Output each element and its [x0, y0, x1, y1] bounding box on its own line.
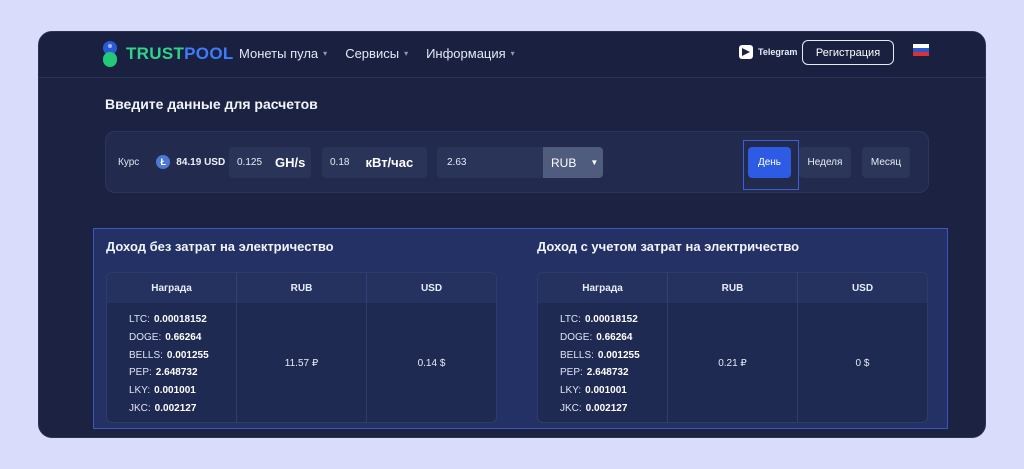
table-header: Награда RUB USD [107, 273, 496, 303]
reward-doge: DOGE: 0.66264 [560, 331, 633, 343]
reward-ltc: LTC: 0.00018152 [560, 314, 638, 325]
app-window: TRUSTPOOL Монеты пула ▾ Сервисы ▾ Информац… [38, 31, 986, 438]
electricity-price-input[interactable]: 2.63 [437, 147, 545, 178]
table-row: LTC: 0.00018152 DOGE: 0.66264 BELLS: 0.0012… [538, 303, 927, 422]
usd-value: 0 $ [855, 358, 870, 369]
telegram-link[interactable]: Telegram [739, 45, 797, 59]
income-with-cost-title: Доход с учетом затрат на электричество [537, 239, 800, 254]
telegram-icon [739, 45, 753, 59]
reward-bells: BELLS: 0.001255 [129, 349, 209, 361]
register-button[interactable]: Регистрация [802, 40, 894, 65]
reward-ltc: LTC: 0.00018152 [129, 314, 207, 325]
usd-value: 0.14 $ [417, 358, 446, 369]
chevron-down-icon: ▾ [510, 49, 515, 58]
period-day-button[interactable]: День [748, 147, 791, 178]
nav-item-coins[interactable]: Монеты пула ▾ [239, 46, 327, 61]
rate-info: Курс Ł 84.19 USD [118, 155, 226, 169]
reward-bells: BELLS: 0.001255 [560, 349, 640, 361]
logo[interactable]: TRUSTPOOL [103, 41, 234, 67]
reward-jkc: JKC: 0.002127 [560, 402, 628, 414]
page-title: Введите данные для расчетов [105, 96, 318, 112]
nav-item-info[interactable]: Информация ▾ [426, 46, 515, 61]
calculator-panel: Курс Ł 84.19 USD 0.125 GH/s 0.18 кВт/час… [105, 131, 929, 193]
power-input[interactable]: 0.18 кВт/час [322, 147, 427, 178]
reward-lky: LKY: 0.001001 [129, 385, 196, 397]
chevron-down-icon: ▾ [323, 49, 328, 58]
reward-pep: PEP: 2.648732 [129, 367, 198, 379]
period-week-button[interactable]: Неделя [799, 147, 851, 178]
rub-value: 0.21 ₽ [668, 303, 798, 422]
litecoin-icon: Ł [156, 155, 171, 169]
table-row: LTC: 0.00018152 DOGE: 0.66264 BELLS: 0.0012… [107, 303, 496, 422]
reward-lky: LKY: 0.001001 [560, 385, 627, 397]
reward-jkc: JKC: 0.002127 [129, 402, 197, 414]
main-nav: Монеты пула ▾ Сервисы ▾ Информация ▾ [239, 46, 515, 61]
caret-down-icon: ▼ [590, 158, 599, 167]
income-without-cost-title: Доход без затрат на электричество [106, 239, 334, 254]
rewards-cell: LTC: 0.00018152 DOGE: 0.66264 BELLS: 0.0012… [107, 303, 237, 422]
logo-text: TRUSTPOOL [126, 44, 234, 63]
results-panel: Доход без затрат на электричество Доход … [93, 228, 948, 429]
top-header: TRUSTPOOL Монеты пула ▾ Сервисы ▾ Информац… [39, 32, 985, 78]
hashrate-input[interactable]: 0.125 GH/s [229, 147, 311, 178]
reward-pep: PEP: 2.648732 [560, 367, 629, 379]
logo-icon [103, 41, 117, 67]
currency-select[interactable]: RUB ▼ [543, 147, 603, 178]
reward-doge: DOGE: 0.66264 [129, 331, 202, 343]
table-header: Награда RUB USD [538, 273, 927, 303]
rate-value: 84.19 USD [176, 156, 226, 168]
income-without-cost-table: Награда RUB USD LTC: 0.00018152 DOGE: 0.66… [106, 272, 497, 423]
income-with-cost-table: Награда RUB USD LTC: 0.00018152 DOGE: 0.66… [537, 272, 928, 423]
chevron-down-icon: ▾ [404, 49, 409, 58]
period-month-button[interactable]: Месяц [862, 147, 910, 178]
russia-flag-icon[interactable] [913, 44, 929, 56]
rub-value: 11.57 ₽ [237, 303, 367, 422]
nav-item-services[interactable]: Сервисы ▾ [345, 46, 408, 61]
rewards-cell: LTC: 0.00018152 DOGE: 0.66264 BELLS: 0.0012… [538, 303, 668, 422]
